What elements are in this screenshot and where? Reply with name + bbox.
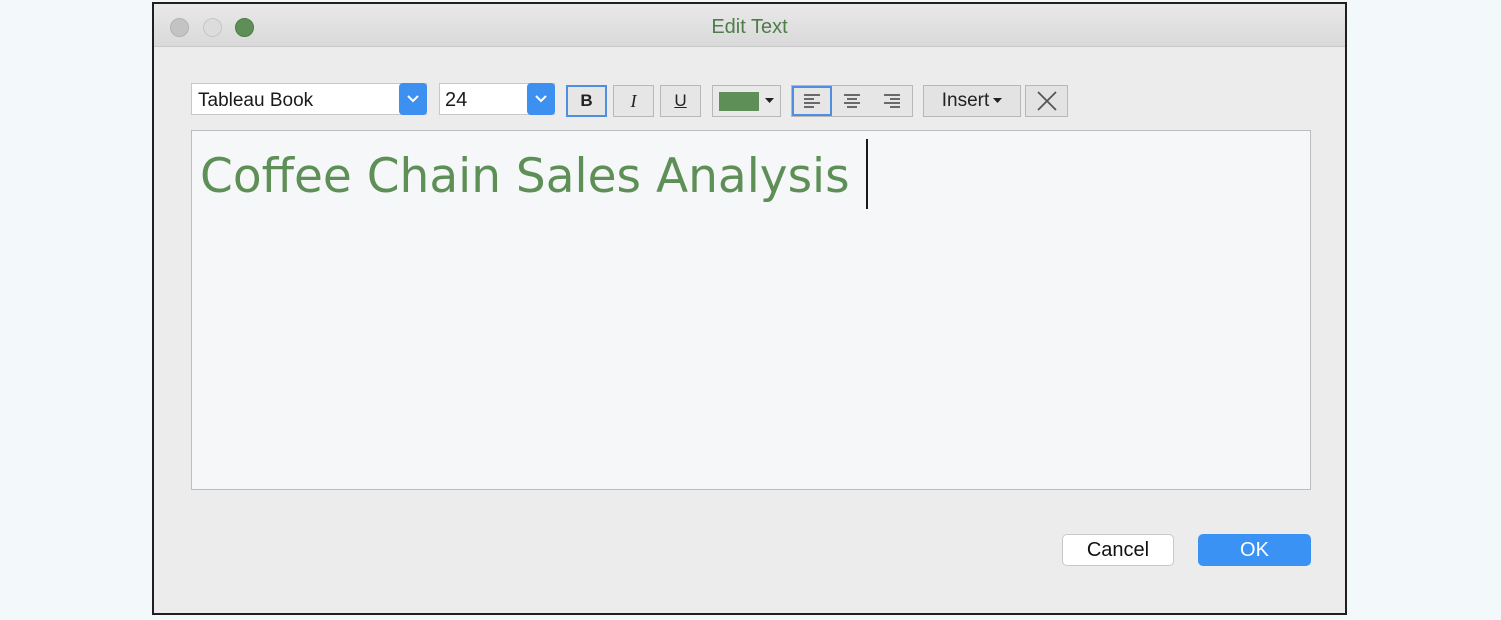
text-color-picker[interactable]: [712, 85, 781, 117]
color-swatch: [719, 91, 759, 111]
font-size-select[interactable]: 24: [439, 83, 555, 115]
edit-text-dialog: Edit Text Tableau Book 24 B I U Insert C…: [152, 2, 1347, 615]
alignment-group: [791, 85, 913, 117]
align-left-button[interactable]: [792, 86, 832, 116]
insert-label: Insert: [941, 90, 990, 111]
caret-down-icon: [993, 98, 1003, 103]
italic-button[interactable]: I: [613, 85, 654, 117]
italic-label: I: [630, 90, 637, 111]
text-editor-area[interactable]: Coffee Chain Sales Analysis: [191, 130, 1311, 490]
clear-formatting-button[interactable]: [1025, 85, 1068, 117]
clear-format-icon: [1036, 91, 1057, 111]
editor-text: Coffee Chain Sales Analysis: [200, 149, 850, 204]
align-center-button[interactable]: [832, 86, 872, 116]
align-right-button[interactable]: [872, 86, 912, 116]
title-bar: Edit Text: [154, 4, 1345, 47]
align-center-icon: [844, 94, 860, 108]
underline-label: U: [674, 91, 687, 110]
font-family-value: Tableau Book: [198, 90, 314, 111]
cancel-button[interactable]: Cancel: [1062, 534, 1174, 566]
ok-button[interactable]: OK: [1198, 534, 1311, 566]
bold-label: B: [580, 91, 593, 110]
font-size-value: 24: [445, 89, 468, 111]
insert-menu-button[interactable]: Insert: [923, 85, 1021, 117]
dialog-title: Edit Text: [711, 16, 788, 38]
align-right-icon: [884, 94, 900, 108]
font-family-select[interactable]: Tableau Book: [191, 83, 427, 115]
chevron-down-icon[interactable]: [527, 83, 555, 115]
bold-button[interactable]: B: [566, 85, 607, 117]
underline-button[interactable]: U: [660, 85, 701, 117]
chevron-down-icon[interactable]: [399, 83, 427, 115]
align-left-icon: [804, 94, 820, 108]
caret-down-icon: [765, 98, 774, 103]
text-cursor: [866, 139, 868, 209]
